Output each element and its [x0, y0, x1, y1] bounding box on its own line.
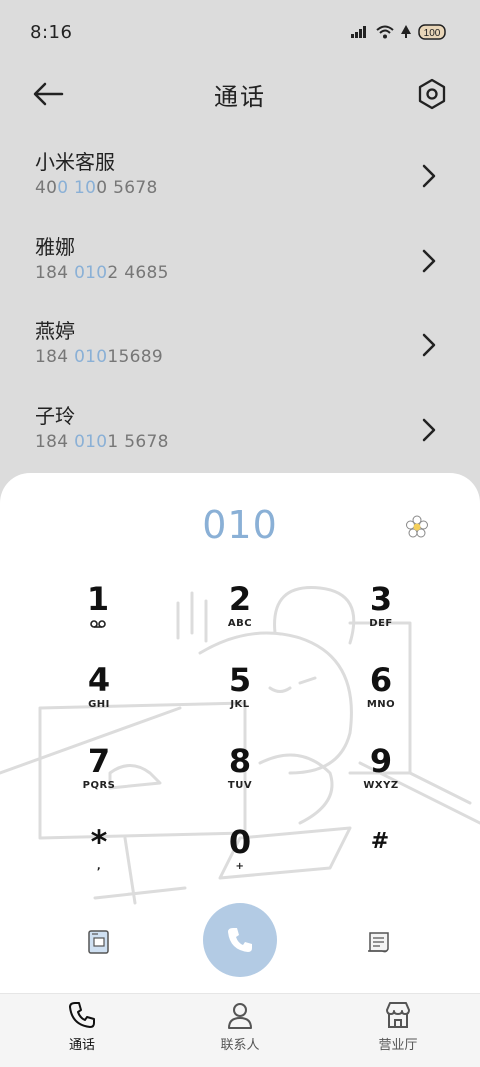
page-title: 通话 — [214, 82, 266, 111]
chevron-right-icon — [422, 418, 436, 441]
key-0[interactable]: 0 + — [180, 824, 300, 904]
key-letters: ABC — [227, 618, 253, 629]
key-4[interactable]: 4 GHI — [39, 662, 159, 742]
key-digit: 3 — [369, 580, 393, 618]
key-letters: MNO — [366, 699, 396, 710]
signal-icon — [351, 26, 366, 38]
key-letters: PQRS — [82, 780, 116, 791]
key-8[interactable]: 8 TUV — [180, 743, 300, 823]
contact-name: 雅娜 — [35, 234, 75, 259]
list-item[interactable]: 子玲 184 0101 5678 — [0, 387, 480, 472]
key-letters: WXYZ — [363, 780, 399, 791]
key-digit: * — [90, 823, 108, 861]
settings-hexagon-icon — [418, 78, 446, 110]
battery-icon: 100 — [418, 24, 446, 40]
voicemail-icon — [90, 620, 106, 628]
dialer-actions — [0, 903, 480, 983]
key-7[interactable]: 7 PQRS — [39, 743, 159, 823]
list-item[interactable]: 雅娜 184 0102 4685 — [0, 218, 480, 303]
contact-number: 184 0102 4685 — [35, 262, 169, 283]
contact-number: 184 01015689 — [35, 347, 164, 367]
dialer-panel: 010 1 2 ABC 3 DEF 4 GHI 5 JKL 6 MNO 7 PQ… — [0, 473, 480, 993]
wifi-icon — [376, 25, 394, 39]
bottom-nav: 通话 联系人 营业厅 — [0, 993, 480, 1067]
key-digit: 9 — [369, 742, 393, 780]
tab-label: 通话 — [68, 1038, 95, 1053]
tab-contacts[interactable]: 联系人 — [180, 1000, 300, 1062]
key-star[interactable]: * , — [39, 824, 159, 904]
contact-number: 184 0101 5678 — [35, 431, 169, 452]
key-digit: 8 — [228, 742, 252, 780]
sim-card-icon — [88, 930, 109, 954]
key-digit: 7 — [87, 742, 111, 780]
contact-number: 400 100 5678 — [35, 178, 158, 198]
phone-icon — [228, 928, 252, 952]
key-3[interactable]: 3 DEF — [321, 581, 441, 661]
call-button[interactable] — [203, 903, 277, 977]
key-digit: # — [370, 829, 390, 854]
phone-icon — [69, 1002, 95, 1028]
back-arrow-icon — [33, 82, 64, 106]
contact-name: 燕婷 — [35, 319, 75, 343]
status-bar: 8:16 100 — [0, 0, 480, 64]
contact-name: 小米客服 — [35, 150, 115, 174]
key-letters: GHI — [88, 699, 110, 710]
chevron-right-icon — [422, 333, 436, 357]
contact-list: 小米客服 400 100 5678 雅娜 184 0102 4685 燕婷 18… — [0, 133, 480, 471]
battery-level: 100 — [424, 28, 441, 39]
key-5[interactable]: 5 JKL — [180, 662, 300, 742]
list-item[interactable]: 小米客服 400 100 5678 — [0, 133, 480, 218]
key-digit: 2 — [228, 580, 252, 618]
store-icon — [386, 1002, 410, 1028]
contact-name: 子玲 — [35, 403, 75, 428]
person-icon — [228, 1003, 252, 1029]
notes-icon — [368, 932, 389, 953]
back-button[interactable] — [30, 78, 66, 110]
key-letters: DEF — [369, 618, 393, 629]
key-digit: 1 — [86, 580, 110, 618]
key-9[interactable]: 9 WXYZ — [321, 743, 441, 823]
key-digit: 0 — [228, 823, 252, 861]
key-1[interactable]: 1 — [38, 581, 158, 661]
tree-icon — [401, 25, 411, 38]
key-letters: , — [96, 861, 102, 872]
chevron-right-icon — [422, 164, 436, 188]
status-time: 8:16 — [30, 21, 73, 43]
key-digit: 6 — [369, 661, 393, 699]
key-letters: TUV — [227, 780, 253, 791]
status-icons: 100 — [350, 23, 448, 41]
key-digit: 5 — [228, 661, 252, 699]
key-digit: 4 — [87, 661, 111, 699]
tab-store[interactable]: 营业厅 — [338, 1000, 458, 1062]
key-letters: JKL — [230, 699, 250, 710]
settings-button[interactable] — [414, 76, 450, 112]
chevron-right-icon — [422, 249, 436, 272]
key-letters: + — [235, 861, 245, 872]
sim-button[interactable] — [84, 927, 114, 957]
list-item[interactable]: 燕婷 184 01015689 — [0, 302, 480, 387]
notes-button[interactable] — [364, 927, 394, 957]
key-6[interactable]: 6 MNO — [321, 662, 441, 742]
header: 通话 — [0, 64, 480, 124]
key-2[interactable]: 2 ABC — [180, 581, 300, 661]
tab-calls[interactable]: 通话 — [22, 1000, 142, 1062]
flower-icon[interactable] — [405, 515, 429, 539]
tab-label: 营业厅 — [378, 1038, 418, 1053]
key-hash[interactable]: # — [320, 824, 440, 904]
tab-label: 联系人 — [220, 1038, 260, 1053]
